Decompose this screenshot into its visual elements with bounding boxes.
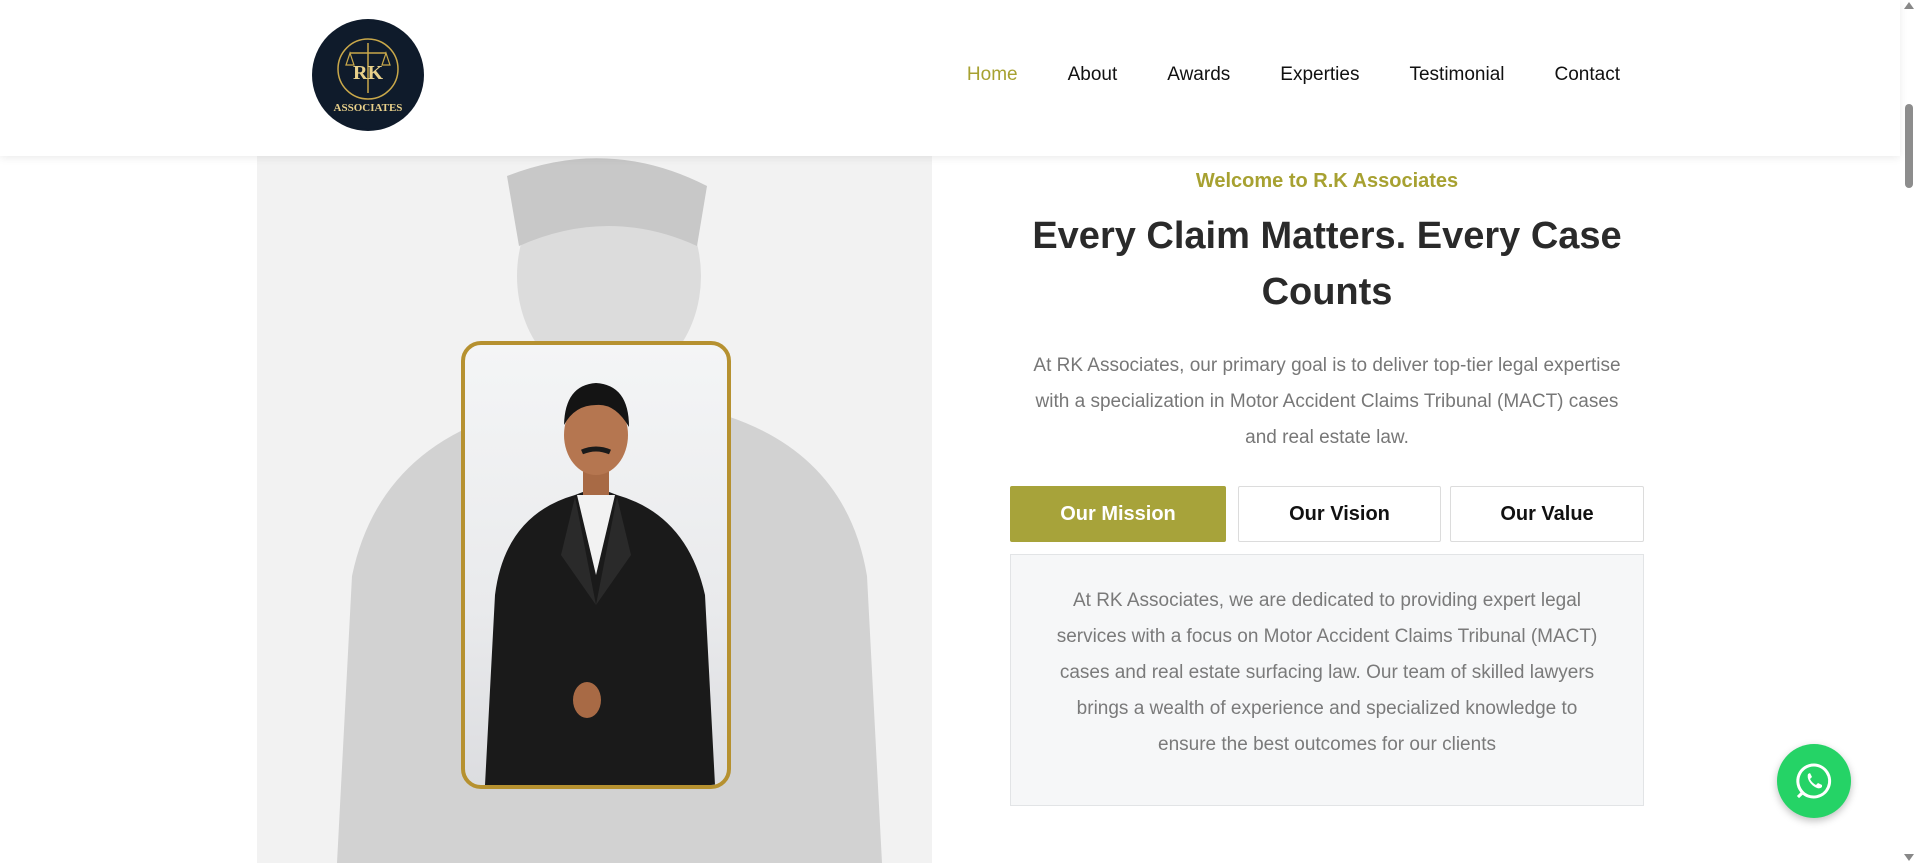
nav-home[interactable]: Home	[967, 64, 1018, 86]
tab-panel-content: At RK Associates, we are dedicated to pr…	[1010, 554, 1644, 806]
page-title: Every Claim Matters. Every Case Counts	[1010, 208, 1644, 320]
page-scrollbar[interactable]	[1900, 0, 1918, 863]
nav-about[interactable]: About	[1068, 64, 1118, 86]
main-nav: Home About Awards Experties Testimonial …	[917, 64, 1620, 86]
site-header: RK ASSOCIATES Home About Awards Expertie…	[0, 0, 1900, 156]
logo-text: ASSOCIATES	[334, 102, 403, 114]
mission-line-3: cases and real estate surfacing law. Our…	[1059, 662, 1595, 683]
intro-paragraph: At RK Associates, our primary goal is to…	[1010, 348, 1644, 456]
scroll-down-arrow-icon[interactable]	[1904, 854, 1914, 861]
nav-contact[interactable]: Contact	[1555, 64, 1620, 86]
lawyer-portrait	[461, 341, 731, 789]
nav-experties[interactable]: Experties	[1280, 64, 1359, 86]
logo-initials: RK	[353, 62, 383, 84]
intro-line-2: with a specialization in Motor Accident …	[1035, 391, 1619, 412]
intro-line-3: and real estate law.	[1245, 427, 1409, 448]
headline-line-1: Every Claim Matters. Every Case	[1032, 215, 1622, 257]
scales-of-justice-icon: RK ASSOCIATES	[314, 21, 422, 129]
nav-testimonial[interactable]: Testimonial	[1409, 64, 1504, 86]
headline-line-2: Counts	[1261, 271, 1393, 313]
mission-line-1: At RK Associates, we are dedicated to pr…	[1072, 590, 1581, 611]
mission-line-2: services with a focus on Motor Accident …	[1056, 626, 1598, 647]
tab-our-vision[interactable]: Our Vision	[1238, 486, 1441, 542]
lawyer-photo	[485, 383, 715, 785]
scrollbar-thumb[interactable]	[1905, 104, 1913, 188]
whatsapp-icon	[1796, 763, 1832, 799]
whatsapp-button[interactable]	[1777, 744, 1851, 818]
nav-awards[interactable]: Awards	[1167, 64, 1230, 86]
welcome-text: Welcome to R.K Associates	[1195, 170, 1459, 192]
mission-line-4: brings a wealth of experience and specia…	[1076, 698, 1578, 719]
tab-our-value[interactable]: Our Value	[1450, 486, 1644, 542]
mission-text: At RK Associates, we are dedicated to pr…	[1037, 583, 1617, 763]
tab-our-mission[interactable]: Our Mission	[1010, 486, 1226, 542]
mission-line-5: ensure the best outcomes for our clients	[1158, 734, 1496, 755]
scroll-up-arrow-icon[interactable]	[1904, 2, 1914, 9]
rk-associates-logo[interactable]: RK ASSOCIATES	[312, 19, 424, 131]
intro-line-1: At RK Associates, our primary goal is to…	[1033, 355, 1621, 376]
